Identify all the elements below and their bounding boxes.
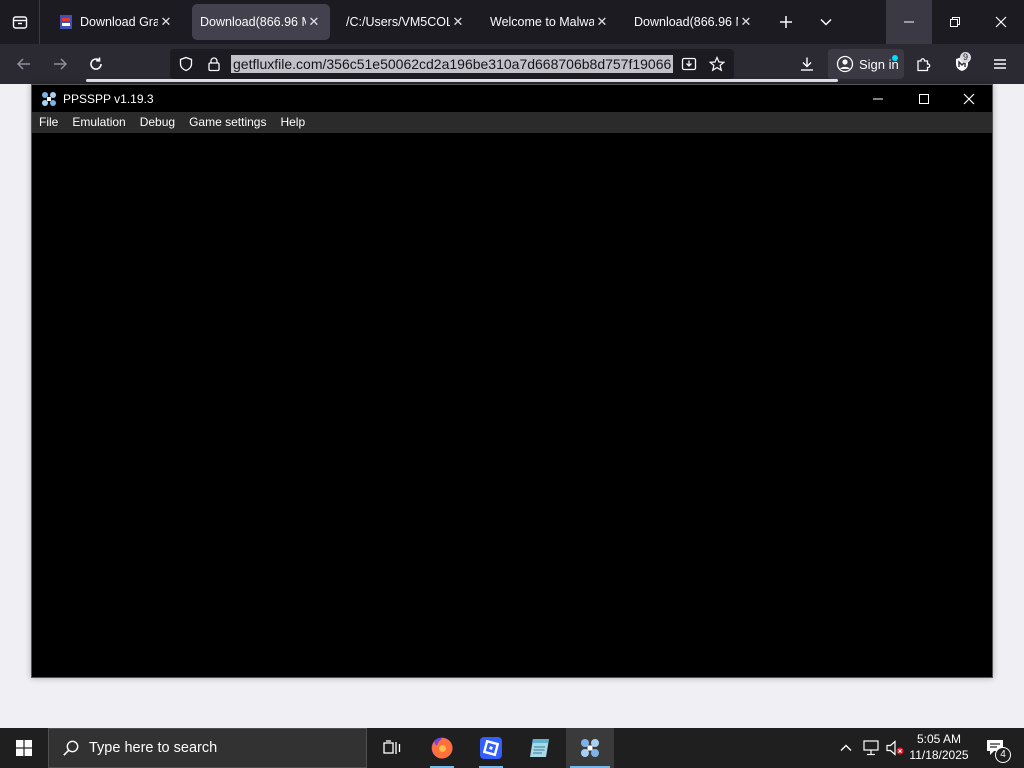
arrow-left-icon — [16, 58, 30, 70]
tab-title: Download(866.96 M) — [634, 15, 738, 29]
search-placeholder: Type here to search — [89, 740, 218, 756]
hamburger-menu-icon — [994, 59, 1006, 69]
tab-title: Download(866.96 M) — [200, 15, 306, 29]
ppsspp-menu-bar: File Emulation Debug Game settings Help — [32, 112, 992, 133]
close-tab-icon[interactable]: ✕ — [594, 14, 610, 30]
download-icon — [801, 57, 813, 71]
windows-logo-icon — [16, 740, 32, 756]
minimize-icon — [873, 98, 883, 99]
ppsspp-render-area[interactable] — [32, 133, 992, 677]
restore-icon — [950, 17, 960, 27]
menu-game-settings[interactable]: Game settings — [182, 112, 273, 133]
new-tab-button[interactable] — [770, 0, 802, 44]
network-status-button[interactable] — [861, 738, 881, 758]
tracking-protection-shield-icon[interactable] — [178, 56, 194, 72]
browser-close-button[interactable] — [978, 0, 1024, 44]
ppsspp-minimize-button[interactable] — [855, 85, 901, 112]
ppsspp-logo-icon — [581, 739, 599, 757]
ppsspp-maximize-button[interactable] — [901, 85, 947, 112]
forward-button[interactable] — [44, 48, 76, 80]
ppsspp-window-title: PPSSPP v1.19.3 — [63, 91, 154, 106]
extension-badge: 9 — [960, 52, 972, 63]
plus-icon — [780, 16, 792, 28]
tab-title: Welcome to Malwar — [490, 15, 594, 29]
menu-file[interactable]: File — [32, 112, 65, 133]
close-icon — [995, 16, 1007, 28]
sign-in-button[interactable]: Sign in — [828, 49, 904, 79]
browser-restore-button[interactable] — [932, 0, 978, 44]
tab-local-file[interactable]: /C:/Users/VM5COL- ✕ — [338, 4, 474, 40]
close-tab-icon[interactable]: ✕ — [450, 14, 466, 30]
ppsspp-logo-icon — [40, 90, 58, 108]
task-view-icon — [383, 740, 401, 754]
url-text[interactable]: getfluxfile.com/356c51e50062cd2a196be310… — [231, 55, 673, 73]
taskbar-firefox[interactable] — [418, 728, 466, 768]
minimize-icon — [904, 21, 914, 23]
firefox-view-button[interactable] — [0, 0, 40, 44]
tab-title: /C:/Users/VM5COL- — [346, 15, 450, 29]
menu-help[interactable]: Help — [273, 112, 312, 133]
browser-tab-strip: Download Grand ✕ Download(866.96 M) ✕ /C… — [0, 0, 1024, 44]
volume-muted-icon — [886, 740, 904, 756]
task-view-button[interactable] — [368, 728, 416, 768]
clock-date: 11/18/2025 — [909, 748, 969, 762]
browser-minimize-button[interactable] — [886, 0, 932, 44]
ppsspp-close-button[interactable] — [946, 85, 992, 112]
close-tab-icon[interactable]: ✕ — [738, 14, 754, 30]
tab-download-2[interactable]: Download(866.96 M) ✕ — [626, 4, 762, 40]
account-icon — [836, 55, 854, 73]
downloads-button[interactable] — [791, 48, 823, 80]
site-favicon-icon — [58, 14, 74, 30]
reload-button[interactable] — [80, 48, 112, 80]
chevron-down-icon — [820, 18, 832, 26]
app-menu-button[interactable] — [984, 48, 1016, 80]
bookmark-star-icon[interactable] — [709, 56, 725, 72]
notepad-icon — [530, 739, 549, 757]
taskbar-app-notepad[interactable] — [516, 728, 564, 768]
network-icon — [863, 740, 879, 756]
volume-button[interactable] — [885, 738, 905, 758]
ppsspp-window: PPSSPP v1.19.3 File Emulation Debug Game… — [31, 84, 993, 678]
menu-emulation[interactable]: Emulation — [65, 112, 132, 133]
tab-welcome-malware[interactable]: Welcome to Malwar ✕ — [482, 4, 618, 40]
lock-icon[interactable] — [206, 56, 222, 72]
show-hidden-icons-button[interactable] — [836, 738, 856, 758]
close-tab-icon[interactable]: ✕ — [306, 14, 322, 30]
action-center-button[interactable]: 4 — [978, 728, 1014, 768]
arrow-right-icon — [54, 58, 68, 70]
reload-icon — [90, 57, 102, 70]
tab-download-active[interactable]: Download(866.96 M) ✕ — [192, 4, 330, 40]
tab-download-grand[interactable]: Download Grand ✕ — [50, 4, 182, 40]
firefox-icon — [431, 737, 453, 759]
taskbar-clock[interactable]: 5:05 AM 11/18/2025 — [906, 731, 972, 765]
ublock-extension-button[interactable]: 9 — [946, 48, 978, 80]
page-load-progress — [86, 79, 838, 82]
taskbar-ppsspp[interactable] — [566, 728, 614, 768]
firefox-view-icon — [12, 16, 27, 29]
list-all-tabs-button[interactable] — [810, 0, 842, 44]
address-bar[interactable]: getfluxfile.com/356c51e50062cd2a196be310… — [170, 49, 734, 79]
taskbar-roblox[interactable] — [467, 728, 515, 768]
tab-title: Download Grand — [80, 15, 158, 29]
install-page-icon[interactable] — [681, 56, 697, 72]
start-button[interactable] — [0, 728, 48, 768]
back-button[interactable] — [8, 48, 40, 80]
chevron-up-icon — [840, 744, 852, 751]
maximize-icon — [919, 93, 929, 104]
search-icon — [61, 738, 81, 758]
extensions-button[interactable] — [908, 48, 940, 80]
taskbar-search-box[interactable]: Type here to search — [48, 728, 367, 768]
roblox-icon — [480, 737, 502, 759]
close-tab-icon[interactable]: ✕ — [158, 14, 174, 30]
notification-dot — [892, 55, 898, 61]
close-icon — [963, 93, 975, 104]
windows-taskbar: Type here to search 5:05 AM 11/18/2025 4 — [0, 728, 1024, 768]
puzzle-icon — [917, 58, 931, 72]
menu-debug[interactable]: Debug — [133, 112, 182, 133]
ppsspp-title-bar[interactable]: PPSSPP v1.19.3 — [32, 85, 992, 112]
notification-count-badge: 4 — [995, 747, 1011, 763]
clock-time: 5:05 AM — [916, 732, 962, 746]
navigation-toolbar: getfluxfile.com/356c51e50062cd2a196be310… — [0, 44, 1024, 84]
